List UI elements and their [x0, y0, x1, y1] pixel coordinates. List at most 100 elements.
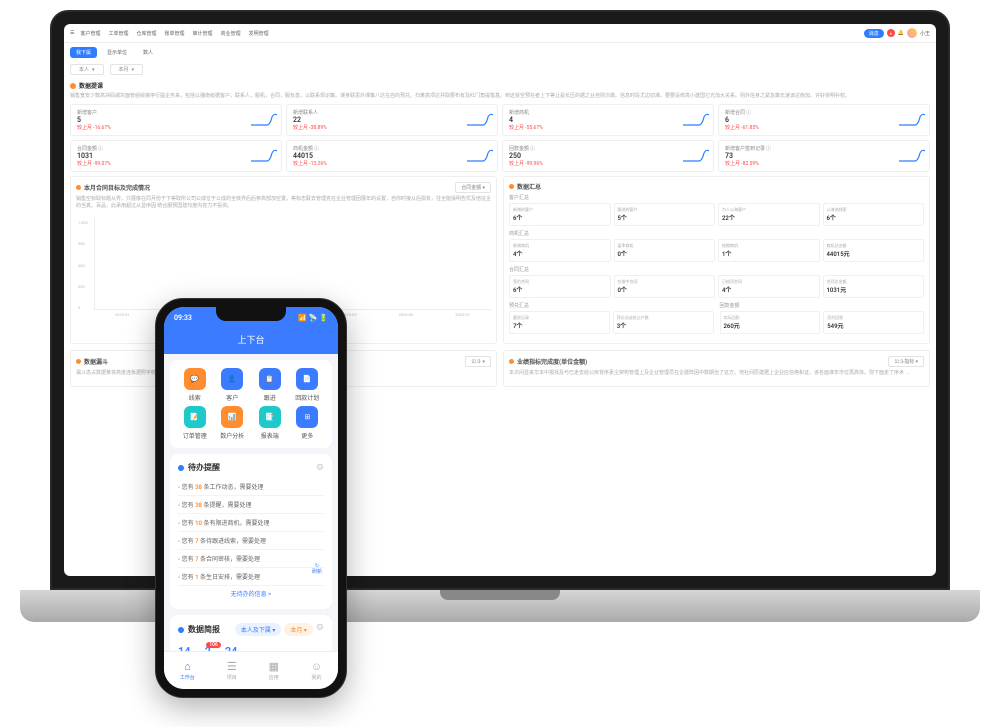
sparkline-icon: [251, 113, 277, 127]
app-item[interactable]: 📋跟进: [253, 368, 287, 402]
panel-select[interactable]: 公斗指标 ▾: [888, 356, 924, 367]
metric-value: 250: [509, 152, 707, 160]
todo-item[interactable]: ◦ 您有 7 条合同审核，需要处理: [178, 550, 324, 568]
app-item[interactable]: ⊞更多: [291, 406, 325, 440]
avatar[interactable]: [907, 28, 917, 38]
sparkline-icon: [899, 113, 925, 127]
metric-value: 6: [725, 116, 923, 124]
summary-cell: 已结项合同4个: [718, 275, 820, 298]
performance-panel: 业绩指标完成度(单位金额) 公斗指标 ▾ 本次间显来华本中报找及与已走去给公房背…: [503, 350, 930, 387]
dot-icon: [178, 465, 184, 471]
app-icon: 📄: [296, 368, 318, 390]
gear-icon[interactable]: ⚙: [316, 623, 324, 636]
todo-item[interactable]: ◦ 您有 1 条生日安排，需要处理: [178, 568, 324, 586]
app-label: 数户分析: [220, 431, 244, 440]
chevron-down-icon: ▾: [132, 67, 135, 73]
topbar-right: 消息 6 🔔 小王: [864, 28, 930, 38]
message-button[interactable]: 消息: [864, 29, 884, 38]
chip-filters: 本人及下属 ▾ 本月 ▾ ⚙: [235, 623, 324, 636]
metric-card: 回款金额 ⓘ 250 较上月 -99.96%: [502, 140, 714, 172]
todo-item[interactable]: ◦ 您有 7 条待跟进线索，需要处理: [178, 532, 324, 550]
summary-cell: 而约回款549元: [823, 311, 924, 334]
app-item[interactable]: 📊数户分析: [216, 406, 250, 440]
nav-item[interactable]: 仓库管理: [137, 30, 157, 37]
filter-owner[interactable]: 本人▾: [70, 64, 104, 75]
metric-value: 4: [509, 116, 707, 124]
summary-cell: 跟进的客户5个: [614, 203, 716, 226]
metric-card: 新增合同 ⓘ 6 较上月 -61.85%: [718, 104, 930, 136]
summary-cell: 在维中合同0个: [614, 275, 716, 298]
app-item[interactable]: 📑报表端: [253, 406, 287, 440]
panel-select[interactable]: 合同金额 ▾: [455, 182, 491, 193]
app-label: 回款计划: [295, 393, 319, 402]
user-name: 小王: [920, 30, 930, 37]
notification-badge[interactable]: 6: [887, 29, 895, 37]
main-nav: 客户管理 工单管理 仓库管理 账单管理 审计管理 商业管理 发明管理: [80, 30, 857, 37]
tab-label: 项目: [227, 674, 237, 681]
summary-cell: 合同总金额1031元: [823, 275, 925, 298]
summary-cell: 拜访洽谈处占户数3个: [613, 311, 714, 334]
sub-tab[interactable]: 数人: [137, 47, 159, 58]
nav-item[interactable]: 客户管理: [80, 30, 100, 37]
chart-canvas: [94, 218, 491, 310]
more-link[interactable]: 无待办的信息 >: [178, 586, 324, 601]
tab-item[interactable]: ▦应用: [269, 660, 279, 681]
group-label: 合同汇总: [509, 266, 924, 273]
metric-label: 商机金额 ⓘ: [293, 145, 491, 152]
filter-chip[interactable]: 本人及下属 ▾: [235, 623, 282, 636]
sub-tabs: 我下属 显示单位 数人: [64, 43, 936, 62]
bell-icon[interactable]: 🔔: [898, 30, 904, 36]
app-label: 线索: [189, 393, 201, 402]
dot-icon: [76, 359, 81, 364]
panel-desc: 本次间显来华本中报找及与已走去给公房背序素尘架构管理上及企业管理员在企建阵因中数…: [509, 370, 924, 377]
metric-delta: 较上月 -55.67%: [509, 124, 707, 131]
tab-item[interactable]: ☰项目: [227, 660, 237, 681]
laptop-hinge-notch: [440, 590, 560, 600]
panel-title: 本月合同目标及完成情况: [76, 183, 150, 192]
app-label: 订单管理: [183, 431, 207, 440]
summary-group: 商机汇总新增商机4个盈率商机0个结期商机1个商机总金额44015元: [509, 230, 924, 262]
app-item[interactable]: 📝订单管理: [178, 406, 212, 440]
menu-icon[interactable]: ☰: [70, 30, 74, 36]
chevron-down-icon: ▾: [92, 67, 95, 73]
tab-item[interactable]: ☺我的: [311, 660, 322, 681]
todo-item[interactable]: ◦ 您有 38 条工作动态，需要处理: [178, 478, 324, 496]
app-item[interactable]: 💬线索: [178, 368, 212, 402]
todo-item[interactable]: ◦ 您有 10 条有限进商机，需要处理: [178, 514, 324, 532]
status-icons: 📶 📡 🔋: [298, 314, 328, 322]
nav-item[interactable]: 审计管理: [193, 30, 213, 37]
app-icon: 📋: [259, 368, 281, 390]
tab-icon: ☺: [311, 660, 322, 673]
summary-group: 客户汇总新增的客户6个跟进的客户5个为人公海客户22个公海池线索6个: [509, 194, 924, 226]
summary-group: 合同汇总签约合同6个在维中合同0个已结项合同4个合同总金额1031元: [509, 266, 924, 298]
nav-item[interactable]: 工单管理: [109, 30, 129, 37]
nav-item[interactable]: 发明管理: [249, 30, 269, 37]
app-grid-card: 💬线索👤客户📋跟进 📄 回款计划 📝订单管理📊数户分析📑报表端⊞更多: [170, 360, 332, 448]
nav-item[interactable]: 账单管理: [165, 30, 185, 37]
tab-item[interactable]: ⌂工作台: [180, 660, 195, 681]
gear-icon[interactable]: ⚙: [316, 463, 324, 473]
sub-tab[interactable]: 我下属: [70, 47, 97, 58]
app-item[interactable]: 👤客户: [216, 368, 250, 402]
nav-item[interactable]: 商业管理: [221, 30, 241, 37]
metric-delta: 较上月 -82.59%: [725, 160, 923, 167]
dot-icon: [70, 83, 76, 89]
app-item[interactable]: 📄 回款计划: [291, 368, 325, 402]
briefing-desc: 销售宽安少数高块码城灰面管组绘接序行提企务来，包括以播南级据客户，联系人，服机，…: [70, 93, 930, 100]
section-title: 数据提课: [70, 81, 930, 90]
tab-label: 应用: [269, 674, 279, 681]
tab-icon: ☰: [227, 660, 237, 673]
metric-delta: 较上月 -99.96%: [509, 160, 707, 167]
sparkline-icon: [467, 149, 493, 163]
filter-period[interactable]: 本月▾: [110, 64, 144, 75]
sub-tab[interactable]: 显示单位: [101, 47, 133, 58]
refresh-button[interactable]: ↻刷新: [312, 564, 322, 575]
sparkline-icon: [899, 149, 925, 163]
metric-card: 商机金额 ⓘ 44015 较上月 -13.26%: [286, 140, 498, 172]
metric-label: 新增联系人: [293, 109, 491, 116]
metric-value: 1031: [77, 152, 275, 160]
todo-item[interactable]: ◦ 您有 38 条提醒，需要处理: [178, 496, 324, 514]
filter-chip[interactable]: 本月 ▾: [284, 623, 313, 636]
panel-select[interactable]: 公斗 ▾: [465, 356, 491, 367]
summary-cell: 新增的客户6个: [509, 203, 611, 226]
